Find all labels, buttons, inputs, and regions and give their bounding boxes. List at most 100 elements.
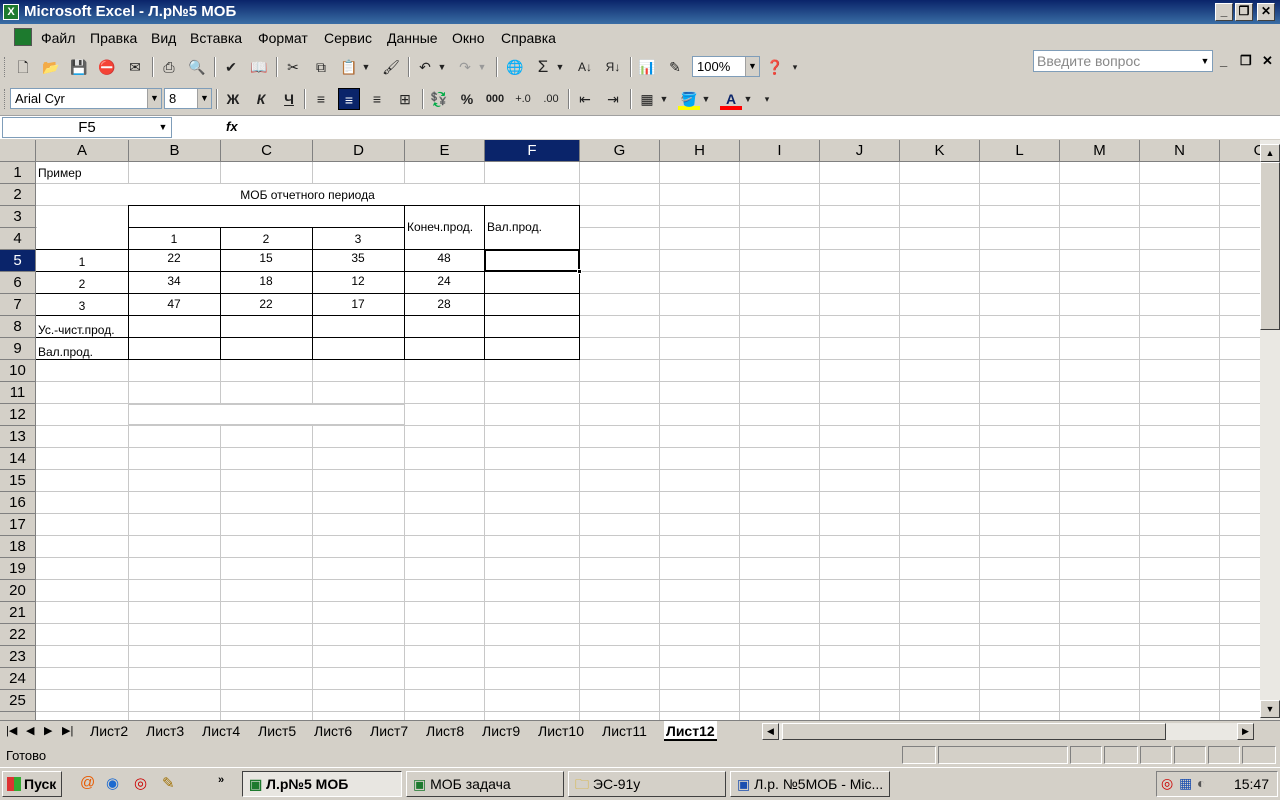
more-icon[interactable]: » <box>218 774 224 786</box>
email-client-icon[interactable]: @ <box>80 774 95 791</box>
sheet-tab[interactable]: Лист6 <box>312 721 354 741</box>
row-header[interactable]: 24 <box>0 668 36 690</box>
chevron-down-icon[interactable]: ▼ <box>700 88 712 110</box>
ask-question-input[interactable]: Введите вопрос ▼ <box>1033 50 1213 72</box>
print-preview-icon[interactable]: 🔍 <box>186 56 208 78</box>
chevron-down-icon[interactable]: ▼ <box>742 88 754 110</box>
row-header[interactable]: 7 <box>0 294 36 316</box>
bold-button[interactable]: Ж <box>222 88 244 110</box>
align-center-icon[interactable]: ≡ <box>338 88 360 110</box>
column-header[interactable]: L <box>980 140 1060 162</box>
row-header[interactable] <box>0 712 36 720</box>
browser-icon[interactable]: ◉ <box>106 774 119 792</box>
cell-a5[interactable]: 1 <box>36 252 128 274</box>
row-header[interactable]: 19 <box>0 558 36 580</box>
fill-handle[interactable] <box>577 269 582 274</box>
row-header[interactable]: 14 <box>0 448 36 470</box>
menu-window[interactable]: Окно <box>452 30 485 46</box>
chevron-down-icon[interactable]: ▼ <box>436 56 448 78</box>
new-icon[interactable]: 🗋 <box>12 56 34 78</box>
last-sheet-icon[interactable]: ▶| <box>62 724 73 737</box>
research-icon[interactable]: 📖 <box>248 56 270 78</box>
row-header[interactable]: 23 <box>0 646 36 668</box>
doc-minimize-button[interactable]: _ <box>1220 53 1227 68</box>
row-header[interactable]: 9 <box>0 338 36 360</box>
sheet-tab[interactable]: Лист8 <box>424 721 466 741</box>
email-icon[interactable]: ✉ <box>124 56 146 78</box>
decrease-indent-icon[interactable]: ⇤ <box>574 88 596 110</box>
font-color-icon[interactable]: A <box>720 88 742 110</box>
cell-b6[interactable]: 34 <box>128 271 220 293</box>
sheet-tab[interactable]: Лист5 <box>256 721 298 741</box>
thousands-button[interactable]: 000 <box>484 88 506 110</box>
sort-descending-icon[interactable]: Я↓ <box>602 56 624 78</box>
row-header[interactable]: 15 <box>0 470 36 492</box>
sort-ascending-icon[interactable]: A↓ <box>574 56 596 78</box>
row-header[interactable]: 6 <box>0 272 36 294</box>
underline-button[interactable]: Ч <box>278 88 300 110</box>
doc-close-button[interactable]: ✕ <box>1262 53 1273 69</box>
row-header[interactable]: 11 <box>0 382 36 404</box>
cell-a2-title[interactable]: МОБ отчетного периода <box>36 185 579 207</box>
column-header[interactable]: J <box>820 140 900 162</box>
prev-sheet-icon[interactable]: ◀ <box>26 724 34 737</box>
row-header[interactable]: 3 <box>0 206 36 228</box>
volume-icon[interactable]: ◐ <box>1197 775 1205 791</box>
column-header[interactable]: O <box>1220 140 1260 162</box>
restore-button[interactable]: ❐ <box>1235 3 1253 21</box>
cell-d7[interactable]: 17 <box>312 294 404 316</box>
borders-icon[interactable]: ▦ <box>636 88 658 110</box>
taskbar-button[interactable]: ▣ МОБ задача <box>406 771 564 797</box>
redo-icon[interactable]: ↷ <box>454 56 476 78</box>
select-all-corner[interactable] <box>0 140 36 162</box>
menu-help[interactable]: Справка <box>501 30 556 46</box>
row-header[interactable]: 25 <box>0 690 36 712</box>
sheet-tab[interactable]: Лист9 <box>480 721 522 741</box>
cell-c5[interactable]: 15 <box>220 248 312 270</box>
column-header[interactable]: N <box>1140 140 1220 162</box>
row-header[interactable]: 10 <box>0 360 36 382</box>
cut-icon[interactable]: ✂ <box>282 56 304 78</box>
drawing-icon[interactable]: ✎ <box>664 56 686 78</box>
row-header[interactable]: 16 <box>0 492 36 514</box>
menu-data[interactable]: Данные <box>387 30 438 46</box>
toolbar-options-icon[interactable]: ▾ <box>788 56 802 78</box>
cell-a1[interactable]: Пример <box>38 163 82 185</box>
sheet-tab[interactable]: Лист11 <box>600 721 649 741</box>
cell-d5[interactable]: 35 <box>312 248 404 270</box>
row-header[interactable]: 17 <box>0 514 36 536</box>
open-icon[interactable]: 📂 <box>40 56 62 78</box>
row-header[interactable]: 21 <box>0 602 36 624</box>
align-left-icon[interactable]: ≡ <box>310 88 332 110</box>
name-box[interactable]: F5 ▼ <box>2 117 172 138</box>
toolbar-grip[interactable] <box>4 89 7 109</box>
menu-tools[interactable]: Сервис <box>324 30 372 46</box>
app-shortcut-icon[interactable]: ✎ <box>162 774 175 792</box>
row-header[interactable]: 18 <box>0 536 36 558</box>
increase-indent-icon[interactable]: ⇥ <box>602 88 624 110</box>
column-header[interactable]: C <box>221 140 313 162</box>
cell-b5[interactable]: 22 <box>128 248 220 270</box>
decrease-decimal-icon[interactable]: .00 <box>540 88 562 110</box>
cell-a9[interactable]: Вал.прод. <box>38 342 93 364</box>
close-button[interactable]: ✕ <box>1257 3 1275 21</box>
row-header[interactable]: 5 <box>0 250 36 272</box>
column-header[interactable]: D <box>313 140 405 162</box>
cell-b7[interactable]: 47 <box>128 294 220 316</box>
print-icon[interactable]: ⎙ <box>158 56 180 78</box>
menu-view[interactable]: Вид <box>151 30 176 46</box>
scroll-thumb[interactable] <box>1260 162 1280 330</box>
autosum-icon[interactable]: Σ <box>532 56 554 78</box>
row-header[interactable]: 13 <box>0 426 36 448</box>
horizontal-scrollbar[interactable]: ◀ ▶ <box>762 723 1254 740</box>
column-header[interactable]: A <box>36 140 129 162</box>
cell-f3[interactable]: Вал.прод. <box>487 217 542 239</box>
row-header[interactable]: 2 <box>0 184 36 206</box>
hyperlink-icon[interactable]: 🌐 <box>504 56 526 78</box>
scroll-thumb[interactable] <box>782 723 1166 740</box>
chevron-down-icon[interactable]: ▼ <box>658 88 670 110</box>
toolbar-grip[interactable] <box>4 57 7 77</box>
menu-insert[interactable]: Вставка <box>190 30 242 46</box>
column-header[interactable]: I <box>740 140 820 162</box>
increase-decimal-icon[interactable]: +.0 <box>512 88 534 110</box>
